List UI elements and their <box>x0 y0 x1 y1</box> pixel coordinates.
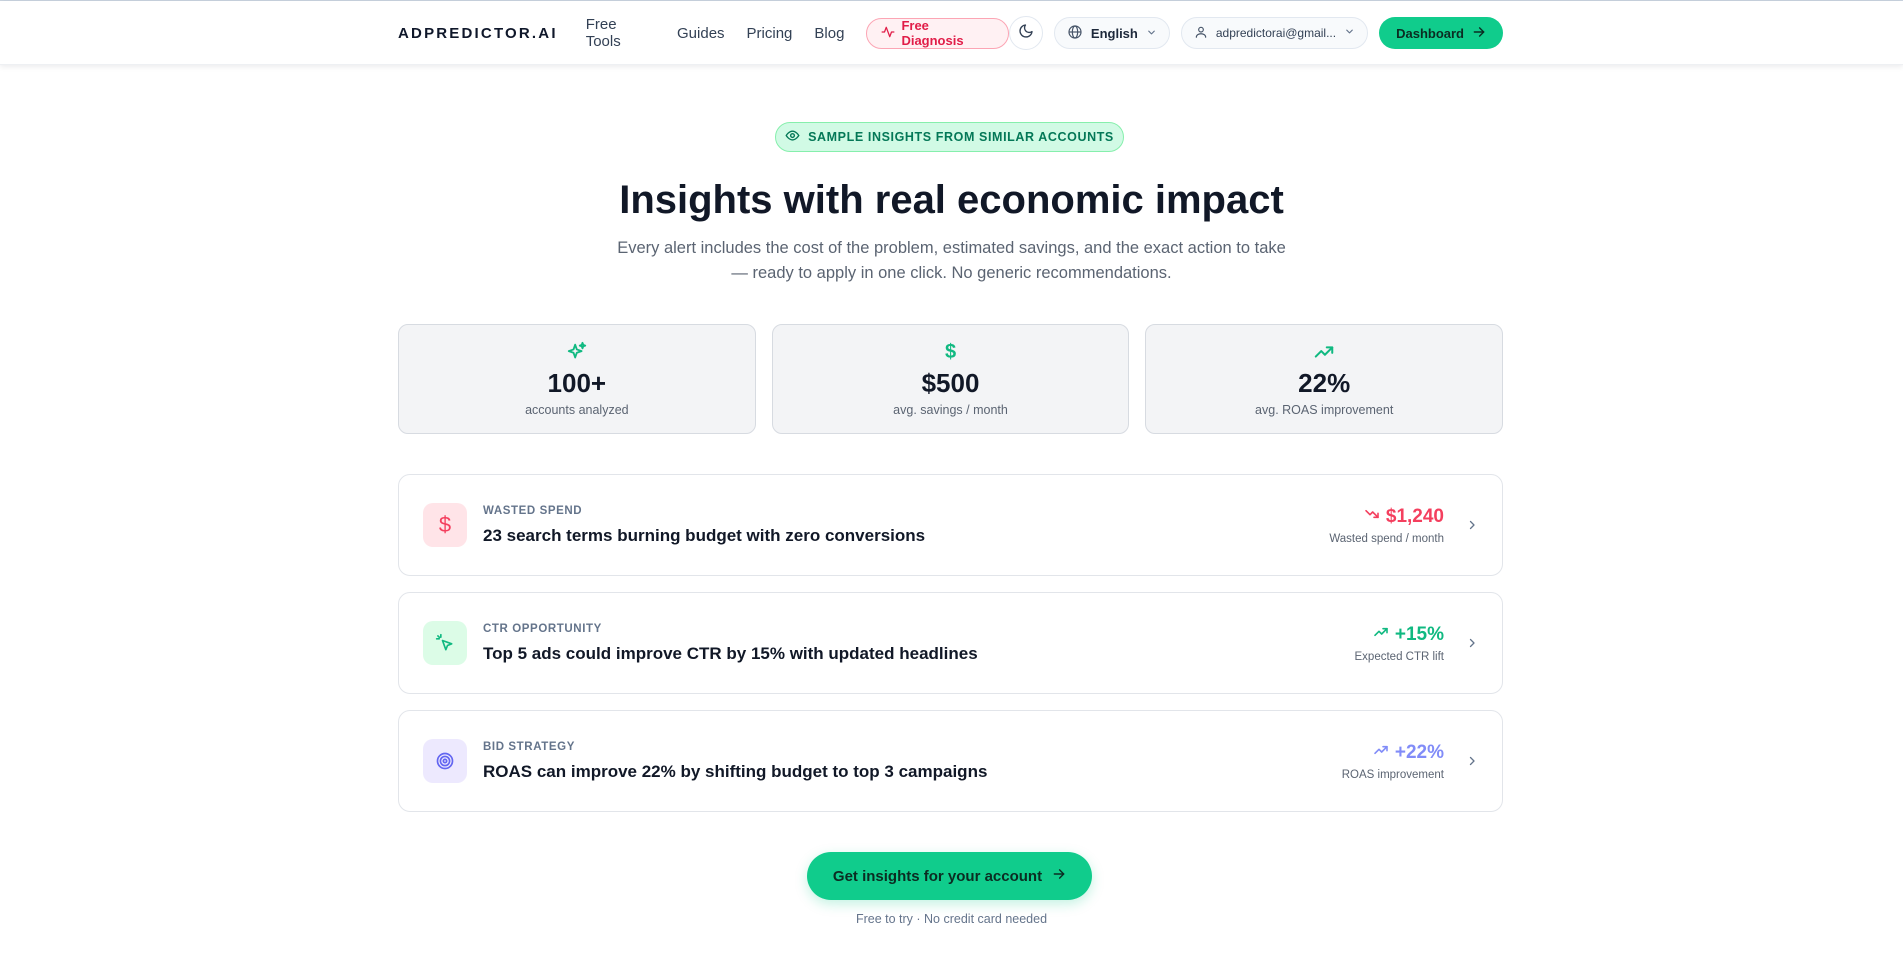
get-insights-button[interactable]: Get insights for your account <box>807 852 1092 900</box>
language-select[interactable]: English <box>1053 17 1170 49</box>
eye-icon <box>785 128 800 146</box>
globe-icon <box>1067 24 1083 43</box>
theme-toggle-button[interactable] <box>1008 16 1043 50</box>
free-diagnosis-button[interactable]: Free Diagnosis <box>866 17 1009 49</box>
insight-title: Top 5 ads could improve CTR by 15% with … <box>483 643 978 663</box>
free-diagnosis-label: Free Diagnosis <box>901 18 964 48</box>
chevron-down-icon <box>1344 26 1355 40</box>
activity-icon <box>881 25 895 42</box>
insight-metric: +15% <box>1394 623 1444 645</box>
insight-metric-label: Wasted spend / month <box>1329 532 1444 545</box>
insight-card-bid-strategy[interactable]: BID STRATEGY ROAS can improve 22% by shi… <box>398 710 1503 812</box>
arrow-right-icon <box>1472 25 1486 42</box>
dollar-icon: $ <box>423 503 467 547</box>
insight-card-wasted-spend[interactable]: $ WASTED SPEND 23 search terms burning b… <box>398 474 1503 576</box>
trending-up-icon <box>1373 624 1389 645</box>
stat-label: avg. ROAS improvement <box>1255 403 1394 417</box>
insight-title: ROAS can improve 22% by shifting budget … <box>483 761 988 781</box>
top-navbar: ADPREDICTOR.AI Free Tools Guides Pricing… <box>0 1 1903 65</box>
user-icon <box>1194 25 1208 42</box>
arrow-right-icon <box>1052 867 1066 885</box>
brand-logo[interactable]: ADPREDICTOR.AI <box>398 25 558 42</box>
cta-label: Get insights for your account <box>832 867 1043 885</box>
stat-value: 100+ <box>547 368 607 398</box>
insight-metric: +22% <box>1394 741 1444 763</box>
nav-link-pricing[interactable]: Pricing <box>747 25 793 42</box>
navbar-right-group: English adpredictorai@gmail... Dashboard <box>1008 16 1503 50</box>
page-title: Insights with real economic impact <box>619 178 1284 222</box>
language-value: English <box>1090 25 1138 41</box>
dashboard-label: Dashboard <box>1396 25 1464 41</box>
trending-down-icon <box>1364 506 1380 527</box>
chevron-right-icon <box>1466 519 1478 531</box>
stat-card-savings: $ $500 avg. savings / month <box>771 324 1130 434</box>
trending-up-icon <box>1373 742 1389 763</box>
cta-note: Free to try · No credit card needed <box>855 912 1048 926</box>
target-icon <box>423 739 467 783</box>
insight-category: WASTED SPEND <box>483 504 583 517</box>
insight-metric-label: ROAS improvement <box>1341 768 1444 781</box>
chevron-down-icon <box>1146 26 1157 41</box>
stat-label: avg. savings / month <box>893 403 1008 417</box>
insight-card-ctr-opportunity[interactable]: CTR OPPORTUNITY Top 5 ads could improve … <box>398 592 1503 694</box>
dollar-icon: $ <box>944 340 957 363</box>
insight-title: 23 search terms burning budget with zero… <box>483 525 926 545</box>
chevron-right-icon <box>1466 755 1478 767</box>
insight-category: BID STRATEGY <box>483 740 575 753</box>
stat-card-roas: 22% avg. ROAS improvement <box>1145 324 1504 434</box>
page-subtitle: Every alert includes the cost of the pro… <box>617 239 1286 282</box>
dashboard-button[interactable]: Dashboard <box>1379 17 1503 49</box>
insight-metric-label: Expected CTR lift <box>1354 650 1444 663</box>
trending-up-icon <box>1313 341 1335 363</box>
nav-link-guides[interactable]: Guides <box>677 25 725 42</box>
insight-category: CTR OPPORTUNITY <box>483 622 602 635</box>
stat-value: $500 <box>921 368 980 398</box>
stat-label: accounts analyzed <box>525 403 629 417</box>
nav-link-blog[interactable]: Blog <box>814 25 844 42</box>
moon-icon <box>1018 23 1034 44</box>
stat-card-accounts: 100+ accounts analyzed <box>398 324 756 434</box>
account-email: adpredictorai@gmail... <box>1215 26 1337 40</box>
cursor-click-icon <box>423 621 467 665</box>
chevron-right-icon <box>1466 637 1478 649</box>
sample-insights-badge: SAMPLE INSIGHTS FROM SIMILAR ACCOUNTS <box>775 122 1124 152</box>
stats-row: 100+ accounts analyzed $ $500 avg. savin… <box>398 324 1504 434</box>
navbar-inner: ADPREDICTOR.AI Free Tools Guides Pricing… <box>398 1 1503 65</box>
nav-link-free-tools[interactable]: Free Tools <box>586 16 655 50</box>
insights-list: $ WASTED SPEND 23 search terms burning b… <box>398 474 1503 828</box>
badge-label: SAMPLE INSIGHTS FROM SIMILAR ACCOUNTS <box>808 130 1114 144</box>
insight-metric: $1,240 <box>1385 505 1444 527</box>
account-menu[interactable]: adpredictorai@gmail... <box>1180 17 1369 49</box>
sparkles-icon <box>566 341 588 363</box>
stat-value: 22% <box>1298 368 1351 398</box>
